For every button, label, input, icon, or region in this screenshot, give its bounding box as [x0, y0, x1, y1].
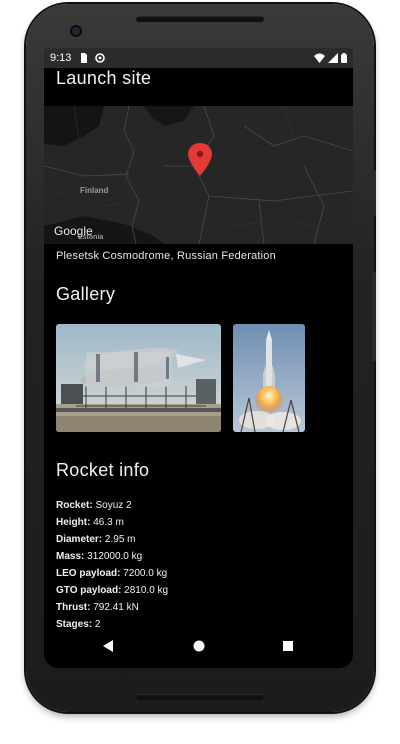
launch-site-title: Launch site — [56, 68, 152, 88]
volume-button — [372, 272, 376, 362]
battery-icon — [341, 53, 347, 63]
info-label: GTO payload: — [56, 585, 122, 596]
info-row-rocket: Rocket: Soyuz 2 — [56, 500, 132, 511]
sim-card-icon — [81, 53, 87, 63]
bottom-speaker — [136, 694, 264, 700]
rocket-launch-image — [233, 324, 305, 432]
signal-icon — [328, 53, 338, 63]
info-value: 792.41 kN — [93, 602, 139, 613]
power-button — [372, 170, 376, 216]
rocket-on-transporter-image — [56, 324, 221, 432]
info-label: Stages: — [56, 619, 93, 630]
map-label-finland: Finland — [80, 186, 109, 195]
info-value: 2 — [94, 619, 101, 630]
info-value: 312000.0 kg — [87, 551, 143, 562]
launch-site-name: Plesetsk Cosmodrome, Russian Federation — [56, 250, 276, 262]
info-value: 46.3 m — [93, 517, 124, 528]
back-icon[interactable] — [102, 640, 114, 652]
info-row-diameter: Diameter: 2.95 m — [56, 534, 136, 545]
launch-site-map[interactable]: Finland Estonia Google — [44, 106, 353, 244]
front-camera — [72, 27, 80, 35]
top-speaker — [136, 16, 264, 22]
info-label: Height: — [56, 517, 91, 528]
info-value: 7200.0 kg — [123, 568, 168, 579]
google-logo: Google — [54, 224, 93, 238]
info-label: Diameter: — [56, 534, 103, 545]
info-value: 2.95 m — [104, 534, 136, 545]
status-bar: 9:13 — [44, 48, 353, 68]
info-value: 2810.0 kg — [124, 585, 169, 596]
info-row-stages: Stages: 2 — [56, 619, 100, 630]
info-value: Soyuz 2 — [95, 500, 132, 511]
info-label: Rocket: — [56, 500, 93, 511]
recents-icon[interactable] — [282, 640, 294, 652]
sync-icon — [95, 53, 105, 63]
status-time: 9:13 — [50, 52, 72, 64]
app-screen: 9:13 Launch site Finland Estonia Google … — [44, 48, 353, 668]
wifi-icon — [314, 53, 325, 63]
info-row-height: Height: 46.3 m — [56, 517, 124, 528]
info-label: Thrust: — [56, 602, 91, 613]
info-row-gto-payload: GTO payload: 2810.0 kg — [56, 585, 168, 596]
gallery-title: Gallery — [56, 284, 116, 304]
info-label: LEO payload: — [56, 568, 121, 579]
home-icon[interactable] — [193, 640, 205, 652]
navigation-bar — [44, 632, 353, 668]
rocket-info-title: Rocket info — [56, 460, 150, 480]
info-row-leo-payload: LEO payload: 7200.0 kg — [56, 568, 167, 579]
scroll-content[interactable]: Launch site Finland Estonia Google Plese… — [44, 68, 353, 632]
gallery-image-1[interactable] — [56, 324, 221, 432]
info-row-thrust: Thrust: 792.41 kN — [56, 602, 139, 613]
info-label: Mass: — [56, 551, 85, 562]
gallery-image-2[interactable] — [233, 324, 305, 432]
info-row-mass: Mass: 312000.0 kg — [56, 551, 142, 562]
